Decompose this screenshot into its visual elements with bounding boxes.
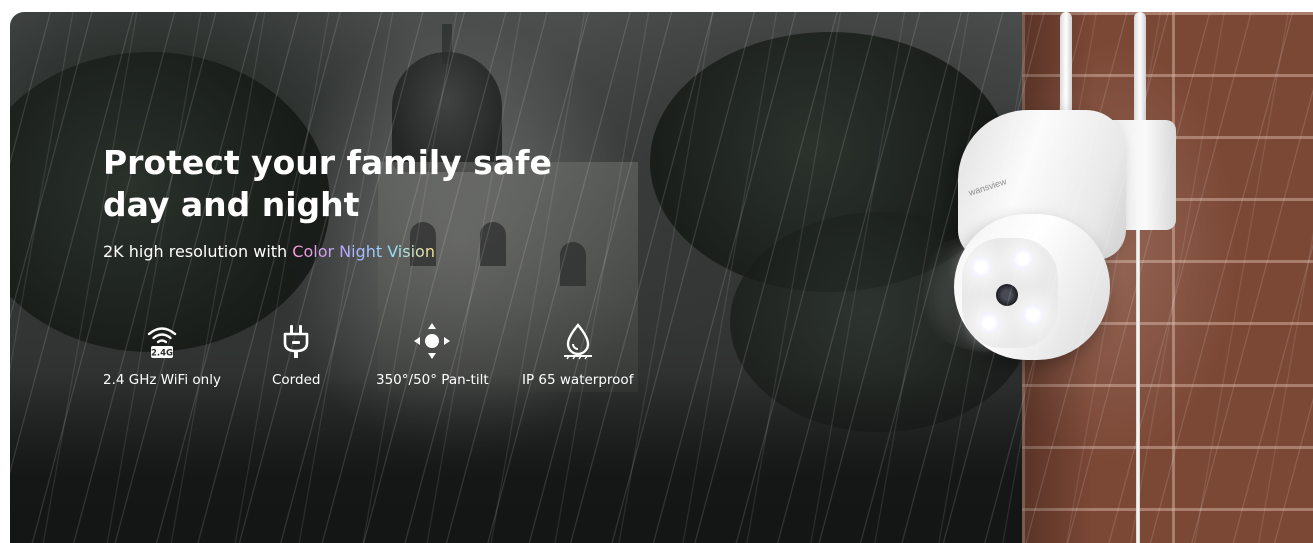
feature-wifi: 2.4G 2.4 GHz WiFi only — [103, 322, 221, 388]
feature-label: Corded — [272, 372, 321, 388]
feature-waterproof: IP 65 waterproof — [522, 322, 633, 388]
ground-shadow — [10, 373, 1025, 543]
wifi-2.4g-icon: 2.4G — [142, 322, 182, 360]
wifi-badge-text: 2.4G — [151, 349, 173, 359]
camera-lens — [996, 284, 1018, 306]
hero-headline: Protect your family safe day and night — [103, 142, 603, 226]
waterproof-drop-icon — [558, 322, 598, 360]
hero-subheadline: 2K high resolution with Color Night Visi… — [103, 242, 435, 261]
feature-pan-tilt: 350°/50° Pan-tilt — [376, 322, 489, 388]
pan-tilt-arrows-icon — [412, 322, 452, 360]
camera-spotlight — [1012, 248, 1034, 270]
church-window — [480, 222, 506, 266]
headline-line-2: day and night — [103, 185, 360, 224]
camera-spotlight — [1022, 304, 1044, 326]
camera-spotlight — [978, 312, 1000, 334]
subheadline-prefix: 2K high resolution with — [103, 242, 288, 261]
feature-label: 2.4 GHz WiFi only — [103, 372, 221, 388]
camera-spotlight — [970, 256, 992, 278]
hero-banner: wansview — [10, 12, 1313, 543]
camera-cable — [1136, 230, 1140, 543]
subheadline-highlight: Color Night Vision — [292, 242, 435, 261]
feature-label: IP 65 waterproof — [522, 372, 634, 388]
headline-line-1: Protect your family safe — [103, 143, 552, 182]
church-window — [560, 242, 586, 286]
feature-label: 350°/50° Pan-tilt — [376, 372, 489, 388]
power-plug-icon — [276, 322, 316, 360]
feature-corded: Corded — [272, 322, 320, 388]
